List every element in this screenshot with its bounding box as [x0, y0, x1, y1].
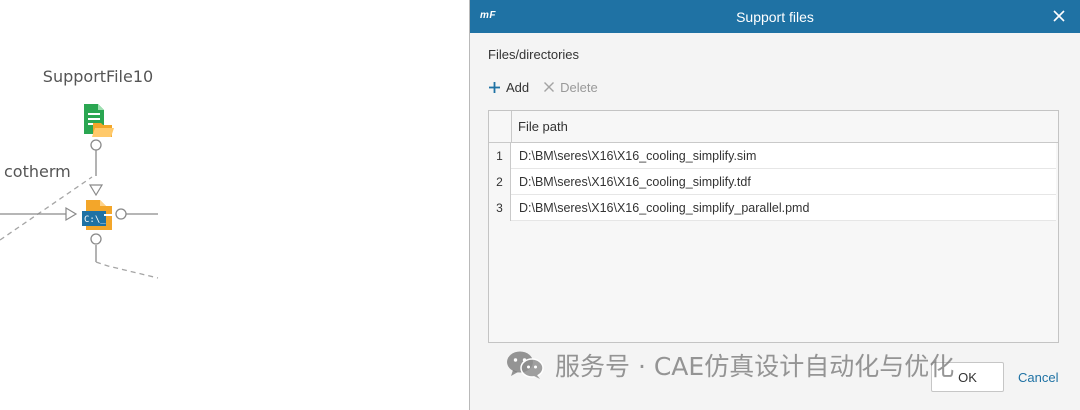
workflow-canvas[interactable]: C:\_ SupportFile10 cotherm [0, 0, 470, 410]
table-row[interactable]: 1 D:\BM\seres\X16\X16_cooling_simplify.s… [489, 143, 1058, 169]
terminal-text: C:\_ [84, 215, 106, 225]
file-path-cell[interactable]: D:\BM\seres\X16\X16_cooling_simplify_par… [511, 195, 1056, 221]
header-index-cell [489, 111, 512, 142]
row-index: 3 [489, 195, 511, 221]
close-button[interactable] [1050, 7, 1068, 25]
delete-button[interactable]: Delete [543, 80, 598, 95]
row-index: 1 [489, 143, 511, 169]
dashed-link-diagonal [0, 176, 93, 241]
arrow-down [88, 184, 104, 197]
table-header: File path [489, 111, 1058, 143]
node-label-partial: cotherm [4, 162, 71, 181]
workflow-connections: C:\_ [0, 104, 159, 279]
dialog-titlebar[interactable]: mF Support files [470, 0, 1080, 33]
support-file-icon [84, 104, 114, 137]
add-label: Add [506, 79, 530, 95]
delete-x-icon [544, 82, 555, 92]
add-button[interactable]: Add [488, 80, 529, 95]
table-row[interactable]: 2 D:\BM\seres\X16\X16_cooling_simplify.t… [489, 169, 1058, 195]
terminal-node-icon: C:\_ [82, 200, 112, 230]
row-index: 2 [489, 169, 511, 195]
cancel-button[interactable]: Cancel [1018, 370, 1058, 385]
port-right [115, 208, 127, 220]
table-row[interactable]: 3 D:\BM\seres\X16\X16_cooling_simplify_p… [489, 195, 1058, 221]
port-bottom [90, 233, 102, 245]
files-directories-label: Files/directories [488, 47, 580, 62]
file-path-cell[interactable]: D:\BM\seres\X16\X16_cooling_simplify.sim [511, 143, 1056, 169]
close-icon [1053, 10, 1065, 22]
support-files-dialog: mF Support files Files/directories Add D… [469, 0, 1080, 410]
column-header-file-path[interactable]: File path [512, 111, 1058, 142]
file-toolbar: Add Delete [488, 78, 598, 96]
arrow-right [65, 206, 78, 222]
plus-icon [489, 81, 500, 93]
node-title-supportfile: SupportFile10 [42, 67, 154, 86]
ok-button[interactable]: OK [931, 362, 1004, 392]
file-path-cell[interactable]: D:\BM\seres\X16\X16_cooling_simplify.tdf [511, 169, 1056, 195]
dashed-link-bottom [95, 261, 159, 279]
delete-label: Delete [560, 79, 598, 95]
port-top [90, 139, 102, 151]
file-path-table: File path 1 D:\BM\seres\X16\X16_cooling_… [488, 110, 1059, 343]
dialog-title: Support files [736, 9, 814, 25]
